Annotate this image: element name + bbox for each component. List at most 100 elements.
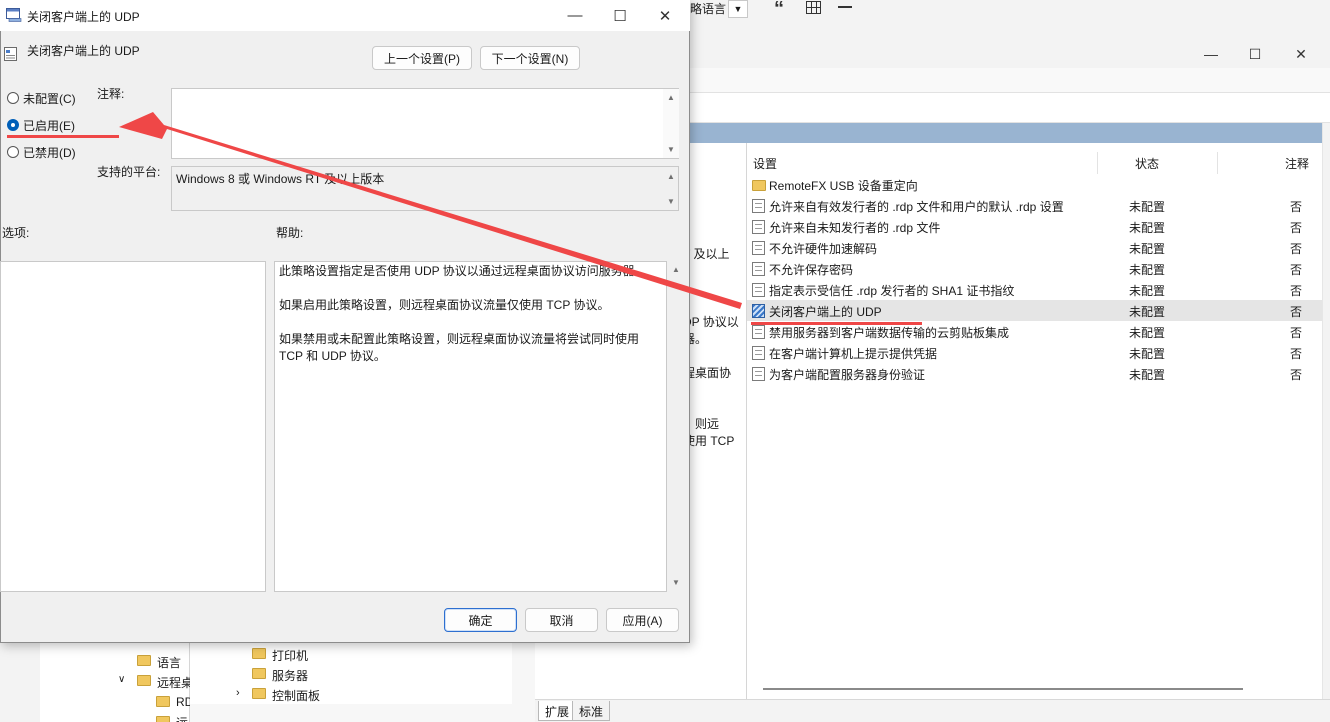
row-note: 否 bbox=[1290, 326, 1303, 340]
row-name: 为客户端配置服务器身份验证 bbox=[769, 368, 926, 382]
list-row[interactable]: 允许来自未知发行者的 .rdp 文件 未配置 否 bbox=[747, 216, 1322, 237]
row-state: 未配置 bbox=[1129, 200, 1166, 214]
list-header: 设置 状态 注释 bbox=[747, 152, 1322, 174]
radio-enabled[interactable] bbox=[7, 119, 19, 131]
row-note: 否 bbox=[1290, 242, 1303, 256]
annotation-underline-policy bbox=[751, 322, 922, 325]
radio-label-disabled[interactable]: 已禁用(D) bbox=[23, 144, 76, 161]
chevron-down-icon[interactable]: ▼ bbox=[728, 0, 748, 18]
dialog-title: 关闭客户端上的 UDP bbox=[27, 10, 140, 24]
tab-extended[interactable]: 扩展 bbox=[538, 701, 577, 721]
row-name: 允许来自未知发行者的 .rdp 文件 bbox=[769, 221, 941, 235]
list-vertical-scrollbar[interactable] bbox=[1322, 123, 1330, 699]
list-row[interactable]: 不允许硬件加速解码 未配置 否 bbox=[747, 237, 1322, 258]
folder-icon bbox=[137, 655, 151, 666]
policy-doc-icon bbox=[752, 241, 765, 255]
platform-scrollbar[interactable]: ▲ ▼ bbox=[663, 167, 679, 210]
comment-label: 注释: bbox=[97, 87, 125, 101]
options-label: 选项: bbox=[2, 226, 30, 240]
folder-icon bbox=[252, 688, 266, 699]
chevron-right-icon[interactable]: › bbox=[236, 687, 240, 699]
tree-item-printer[interactable]: 打印机 bbox=[272, 647, 308, 664]
list-row[interactable]: 在客户端计算机上提示提供凭据 未配置 否 bbox=[747, 342, 1322, 363]
close-icon[interactable]: ✕ bbox=[642, 0, 688, 31]
policy-name: 关闭客户端上的 UDP bbox=[27, 44, 140, 58]
tab-standard[interactable]: 标准 bbox=[572, 701, 611, 721]
folder-icon bbox=[156, 696, 170, 707]
maximize-icon[interactable]: ☐ bbox=[1232, 40, 1278, 68]
row-state: 未配置 bbox=[1129, 368, 1166, 382]
row-note: 否 bbox=[1290, 263, 1303, 277]
platform-value: Windows 8 或 Windows RT 及以上版本 bbox=[176, 172, 385, 186]
comment-textarea[interactable] bbox=[171, 88, 679, 159]
minimize-icon[interactable]: — bbox=[552, 0, 598, 31]
policy-doc-icon bbox=[752, 325, 765, 339]
policy-doc-icon bbox=[752, 262, 765, 276]
language-combo-text[interactable]: 略语言 bbox=[690, 0, 726, 17]
toolbar-fragment: 略语言 ▼ “ bbox=[690, 0, 1330, 40]
list-row[interactable]: 指定表示受信任 .rdp 发行者的 SHA1 证书指纹 未配置 否 bbox=[747, 279, 1322, 300]
comment-scrollbar[interactable]: ▲ ▼ bbox=[663, 89, 679, 158]
row-name: 禁用服务器到客户端数据传输的云剪贴板集成 bbox=[769, 326, 1010, 340]
row-name: 关闭客户端上的 UDP bbox=[769, 305, 882, 319]
pane-text-fragment: 使用 TCP bbox=[683, 434, 735, 448]
tree-item-remote[interactable]: 远 bbox=[176, 714, 188, 722]
list-row-selected[interactable]: 关闭客户端上的 UDP 未配置 否 bbox=[747, 300, 1322, 321]
radio-disabled[interactable] bbox=[7, 146, 19, 158]
close-icon[interactable]: ✕ bbox=[1278, 40, 1324, 68]
cancel-button[interactable]: 取消 bbox=[525, 608, 598, 632]
radio-label-not-configured[interactable]: 未配置(C) bbox=[23, 90, 76, 107]
table-icon[interactable] bbox=[806, 1, 821, 14]
row-state: 未配置 bbox=[1129, 326, 1166, 340]
minimize-icon[interactable]: — bbox=[1188, 40, 1234, 68]
help-text: 此策略设置指定是否使用 UDP 协议以通过远程桌面协议访问服务器。 如果启用此策… bbox=[279, 264, 647, 363]
view-tabs-bar bbox=[535, 699, 1330, 722]
apply-button[interactable]: 应用(A) bbox=[606, 608, 679, 632]
row-note: 否 bbox=[1290, 305, 1303, 319]
policy-doc-icon bbox=[752, 304, 765, 318]
column-header-state[interactable]: 状态 bbox=[1135, 155, 1159, 172]
policy-doc-icon bbox=[752, 199, 765, 213]
help-label: 帮助: bbox=[276, 226, 304, 240]
folder-icon bbox=[252, 648, 266, 659]
row-state: 未配置 bbox=[1129, 305, 1166, 319]
details-header-band bbox=[690, 123, 1322, 143]
quote-icon[interactable]: “ bbox=[774, 0, 784, 21]
column-header-setting[interactable]: 设置 bbox=[753, 155, 777, 172]
column-header-note[interactable]: 注释 bbox=[1285, 155, 1309, 172]
row-name: 不允许硬件加速解码 bbox=[769, 242, 878, 256]
platform-label: 支持的平台: bbox=[97, 165, 161, 179]
horizontal-line-icon[interactable] bbox=[838, 6, 852, 8]
row-state: 未配置 bbox=[1129, 347, 1166, 361]
pane-text-fragment: 程桌面协 bbox=[683, 366, 732, 380]
ok-button[interactable]: 确定 bbox=[444, 608, 517, 632]
row-name: 允许来自有效发行者的 .rdp 文件和用户的默认 .rdp 设置 bbox=[769, 200, 1064, 214]
list-row[interactable]: 为客户端配置服务器身份验证 未配置 否 bbox=[747, 363, 1322, 384]
chevron-down-icon[interactable]: ∨ bbox=[118, 674, 125, 685]
maximize-icon[interactable]: ☐ bbox=[597, 0, 643, 31]
row-note: 否 bbox=[1290, 347, 1303, 361]
row-note: 否 bbox=[1290, 284, 1303, 298]
row-note: 否 bbox=[1290, 368, 1303, 382]
next-setting-button[interactable]: 下一个设置(N) bbox=[480, 46, 580, 70]
tree-item-control-panel[interactable]: 控制面板 bbox=[272, 687, 320, 704]
pane-text-fragment: DP 协议以 bbox=[683, 315, 739, 329]
tree-item-language[interactable]: 语言 bbox=[157, 654, 181, 671]
list-row[interactable]: 不允许保存密码 未配置 否 bbox=[747, 258, 1322, 279]
row-note: 否 bbox=[1290, 200, 1303, 214]
tree-item-server[interactable]: 服务器 bbox=[272, 667, 308, 684]
row-state: 未配置 bbox=[1129, 263, 1166, 277]
radio-label-enabled[interactable]: 已启用(E) bbox=[23, 117, 75, 134]
tree-item-remote-desktop[interactable]: 远程桌 bbox=[157, 674, 193, 691]
list-horizontal-scrollbar[interactable] bbox=[763, 688, 1243, 690]
list-row[interactable]: RemoteFX USB 设备重定向 bbox=[747, 174, 1322, 195]
row-note: 否 bbox=[1290, 221, 1303, 235]
options-panel bbox=[0, 261, 266, 592]
folder-icon bbox=[752, 180, 766, 191]
previous-setting-button[interactable]: 上一个设置(P) bbox=[372, 46, 472, 70]
folder-icon bbox=[156, 716, 170, 722]
list-row[interactable]: 允许来自有效发行者的 .rdp 文件和用户的默认 .rdp 设置 未配置 否 bbox=[747, 195, 1322, 216]
row-state: 未配置 bbox=[1129, 284, 1166, 298]
help-scrollbar[interactable]: ▲ ▼ bbox=[668, 262, 684, 592]
radio-not-configured[interactable] bbox=[7, 92, 19, 104]
